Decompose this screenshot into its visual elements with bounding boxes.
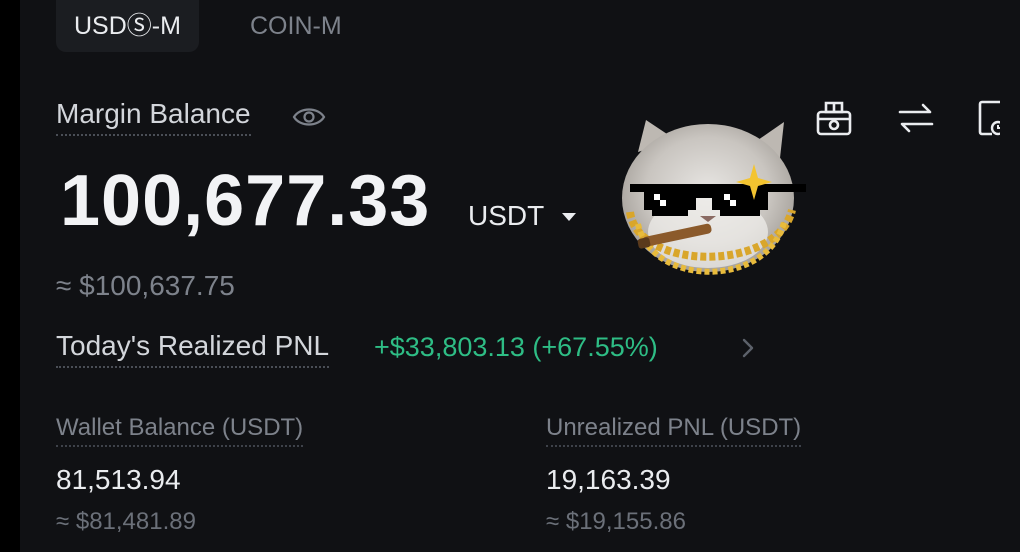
futures-account-panel: USDⓈ-M COIN-M Margin Balance 100,677.33 … — [20, 0, 1020, 552]
margin-balance-label[interactable]: Margin Balance — [56, 98, 251, 136]
realized-pnl-label[interactable]: Today's Realized PNL — [56, 330, 330, 368]
chevron-right-icon[interactable] — [736, 336, 760, 360]
wallet-balance-fiat: ≈ $81,481.89 — [56, 508, 196, 535]
tab-coin-m[interactable]: COIN-M — [232, 0, 360, 52]
cat-sunglasses-sticker — [622, 120, 806, 275]
wallet-balance-value: 81,513.94 — [56, 464, 181, 495]
history-icon[interactable] — [978, 98, 1000, 138]
unrealized-pnl-fiat: ≈ $19,155.86 — [546, 508, 686, 535]
transfer-icon[interactable] — [896, 98, 936, 138]
wallet-balance-label[interactable]: Wallet Balance (USDT) — [56, 414, 304, 447]
margin-balance-fiat: ≈ $100,637.75 — [56, 270, 235, 301]
margin-balance-value: 100,677.33 — [60, 161, 431, 241]
realized-pnl-value: +$33,803.13 (+67.55%) — [374, 332, 658, 362]
gift-icon[interactable] — [814, 98, 854, 138]
tab-usds-m[interactable]: USDⓈ-M — [56, 0, 199, 52]
unrealized-pnl-label[interactable]: Unrealized PNL (USDT) — [546, 414, 802, 447]
unrealized-pnl-value: 19,163.39 — [546, 464, 671, 495]
currency-selector[interactable]: USDT — [468, 200, 544, 232]
caret-down-icon[interactable] — [562, 213, 576, 221]
eye-icon[interactable] — [292, 104, 326, 130]
